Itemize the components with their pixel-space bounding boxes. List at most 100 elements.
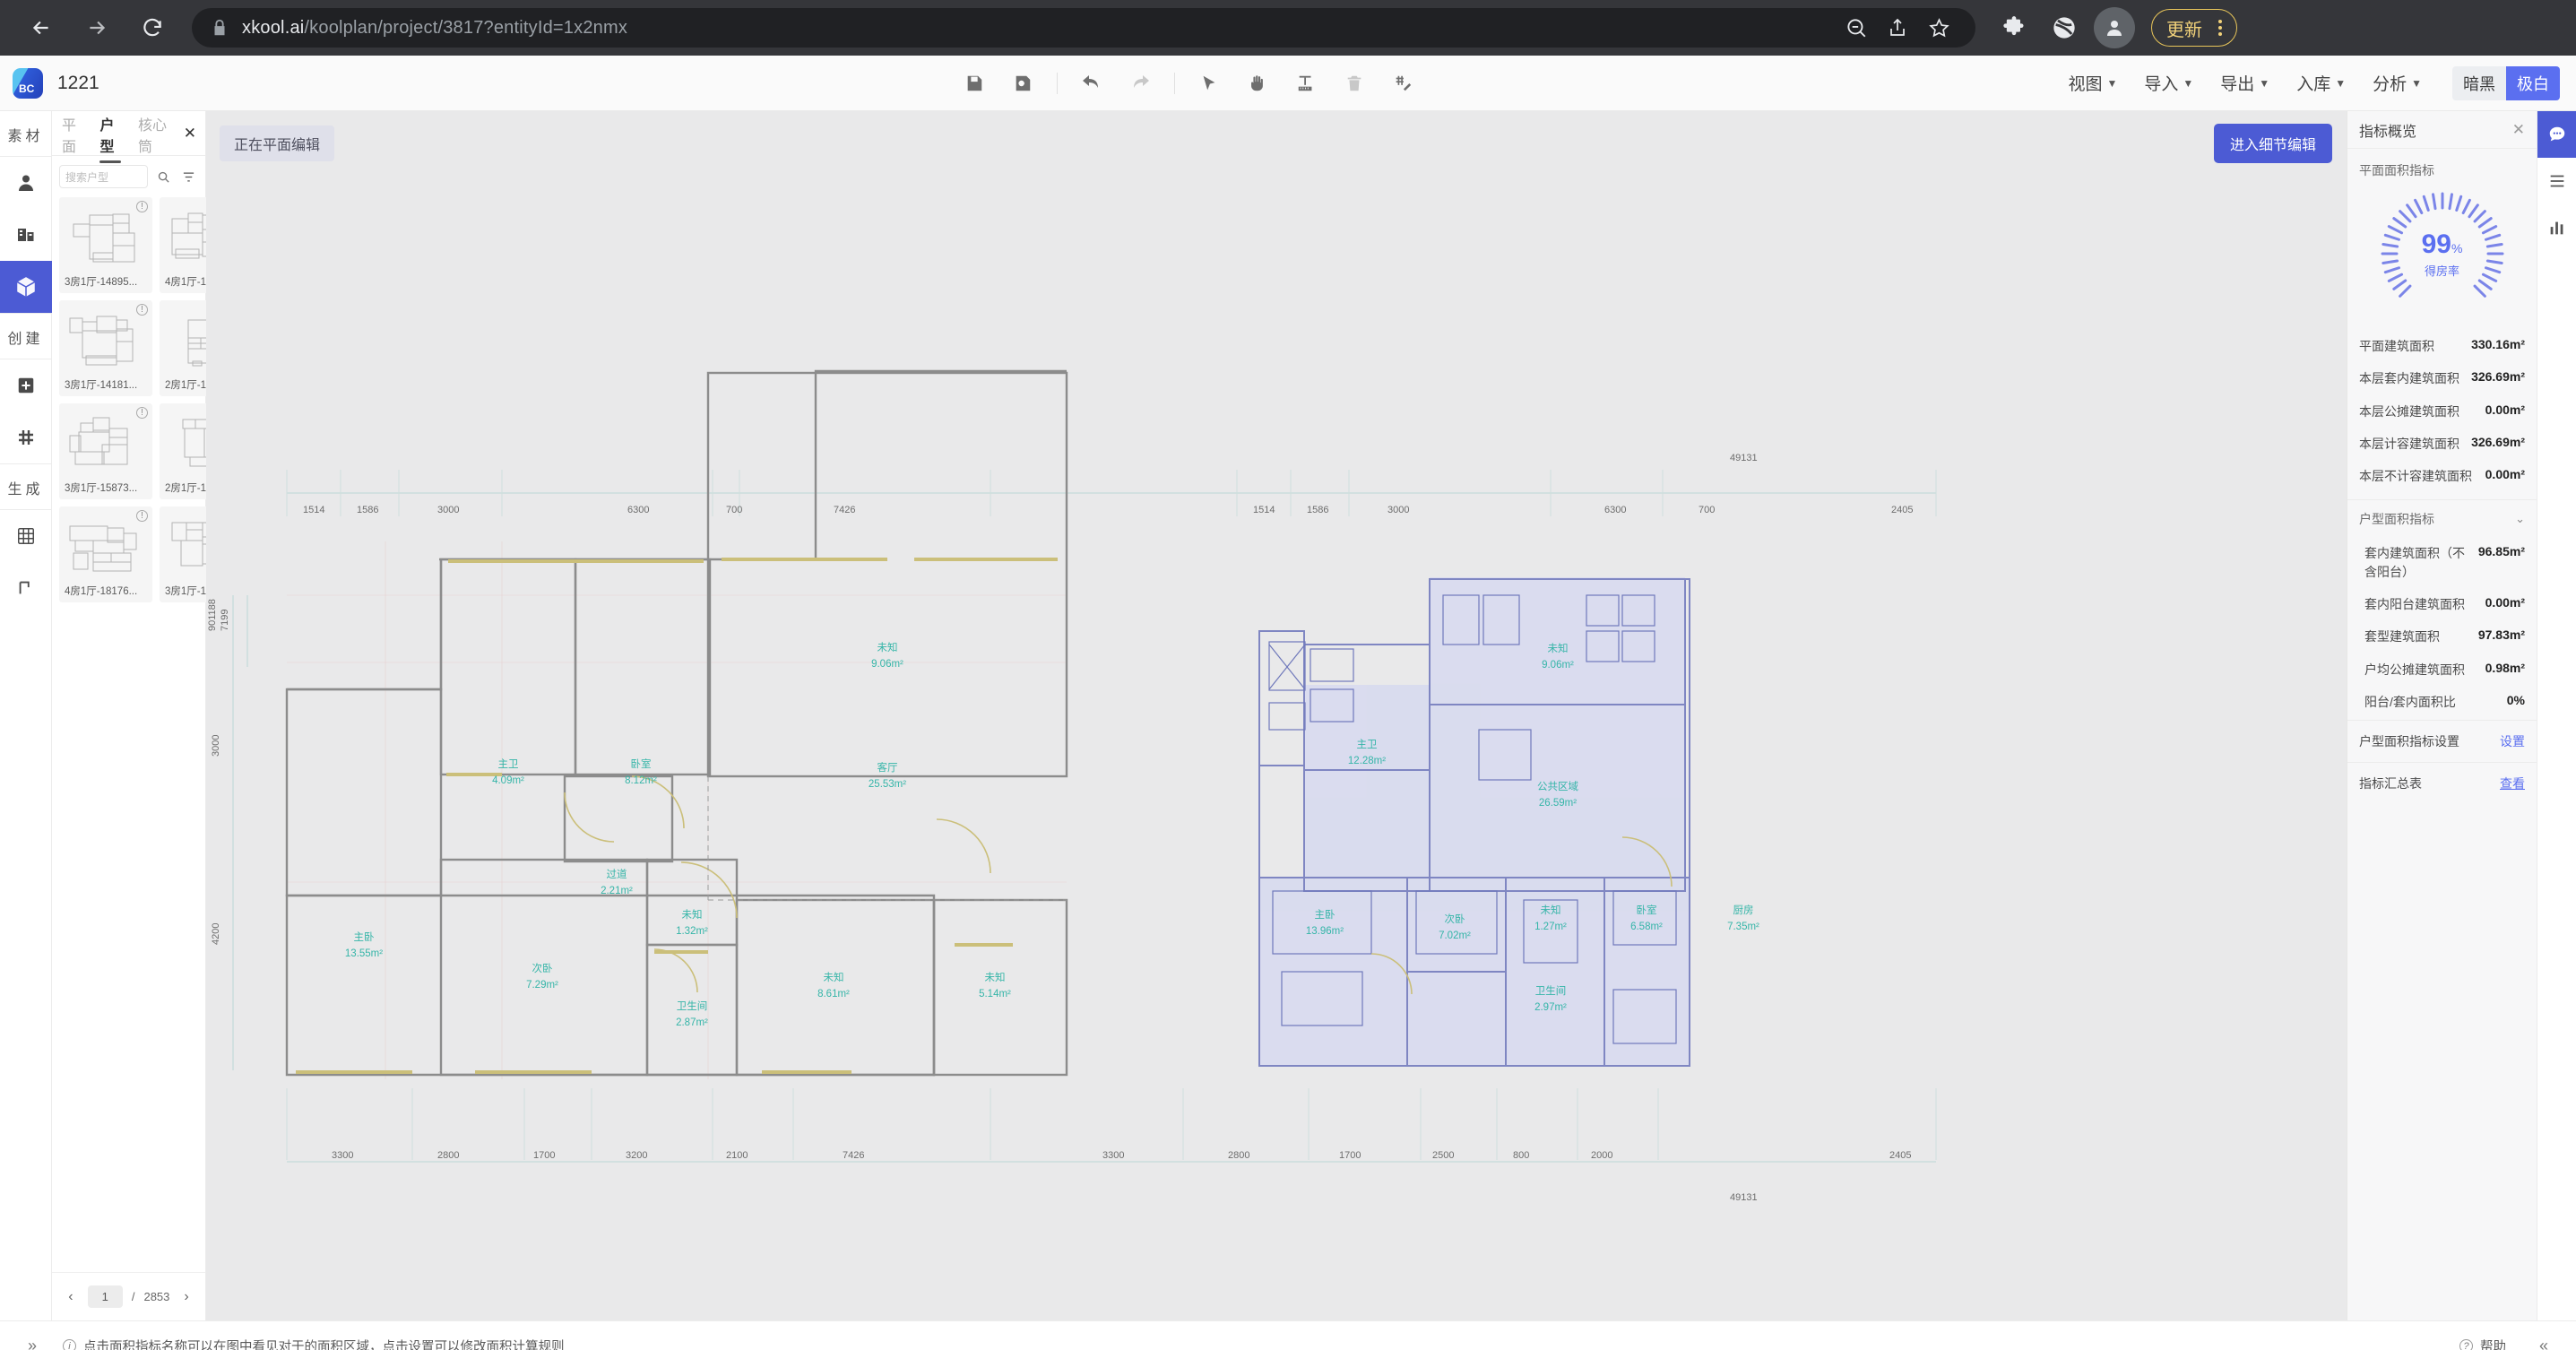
overall-dim-top: 49131: [1730, 453, 1758, 463]
view-link[interactable]: 查看: [2500, 775, 2525, 792]
close-icon[interactable]: ✕: [184, 125, 198, 143]
status-message-wrap: i 点击面积指标名称可以在图中看见对于的面积区域，点击设置可以修改面积计算规则: [63, 1337, 565, 1350]
toolbar: [955, 65, 1422, 101]
metric-row[interactable]: 本层不计容建筑面积0.00m²: [2359, 460, 2525, 492]
delete-trash-icon[interactable]: [1335, 65, 1374, 101]
back-arrow-icon[interactable]: [16, 3, 66, 53]
unit-left-windows: [296, 559, 1058, 1072]
menu-import-label: 导入: [2144, 71, 2178, 95]
measure-ruler-icon[interactable]: [1286, 65, 1326, 101]
list-item-label: 3房1厅-14181...: [63, 377, 149, 392]
unit-panel: 平面 户型 核心筒 ✕ 搜索户型 ! 3房1厅-14895... !: [52, 111, 206, 1320]
expand-right-icon[interactable]: »: [14, 1337, 50, 1350]
metric-row[interactable]: 套内建筑面积（不含阳台）96.85m²: [2359, 537, 2525, 588]
list-item-label: 3房1厅-14895...: [63, 274, 149, 289]
menu-import[interactable]: 导入 ▼: [2144, 71, 2193, 95]
chat-bubble-icon[interactable]: [2537, 111, 2576, 158]
select-cursor-icon[interactable]: [1189, 65, 1229, 101]
browser-globe-icon[interactable]: [2044, 7, 2085, 48]
metric-row[interactable]: 套型建筑面积97.83m²: [2359, 620, 2525, 653]
metric-value: 330.16m²: [2471, 337, 2525, 351]
next-page-button[interactable]: ›: [178, 1287, 194, 1307]
top-dim-11: 2405: [1891, 505, 1913, 515]
pan-hand-icon[interactable]: [1238, 65, 1277, 101]
room-label-r5: 未知: [1541, 904, 1561, 916]
list-lines-icon[interactable]: [2537, 158, 2576, 204]
reload-icon[interactable]: [127, 3, 177, 53]
metric-row[interactable]: 户均公摊建筑面积0.98m²: [2359, 653, 2525, 686]
metric-row[interactable]: 本层套内建筑面积326.69m²: [2359, 362, 2525, 394]
sidebar-item-person[interactable]: [0, 157, 52, 209]
metric-value: 326.69m²: [2471, 435, 2525, 449]
metric-row[interactable]: 本层公摊建筑面积0.00m²: [2359, 395, 2525, 428]
puzzle-icon[interactable]: [1993, 7, 2035, 48]
metric-row[interactable]: 平面建筑面积330.16m²: [2359, 330, 2525, 362]
menu-export[interactable]: 导出▼: [2220, 71, 2269, 95]
room-area-7: 1.32m²: [676, 926, 708, 937]
bar-chart-icon[interactable]: [2537, 204, 2576, 251]
metric-row[interactable]: 套内阳台建筑面积0.00m²: [2359, 588, 2525, 620]
menu-view[interactable]: 视图▼: [2068, 71, 2117, 95]
metric-key: 本层公摊建筑面积: [2359, 402, 2459, 420]
menu-view-label: 视图: [2068, 71, 2102, 95]
chevron-down-icon: ▼: [2183, 77, 2193, 90]
redo-icon[interactable]: [1120, 65, 1160, 101]
save-icon[interactable]: [955, 65, 994, 101]
zoom-out-icon[interactable]: [1837, 9, 1875, 47]
app-logo[interactable]: BC: [13, 68, 43, 99]
tab-unit-type[interactable]: 户型: [98, 102, 124, 165]
metrics-section-2-header[interactable]: 户型面积指标 ⌄: [2347, 499, 2537, 533]
overall-dim-bottom: 49131: [1730, 1192, 1758, 1203]
chevron-down-icon[interactable]: ⌄: [2515, 512, 2525, 526]
tab-plan[interactable]: 平面: [59, 102, 85, 165]
share-icon[interactable]: [1879, 9, 1916, 47]
room-area-1: 4.09m²: [492, 775, 524, 786]
search-icon[interactable]: [153, 165, 173, 188]
sidebar-item-table[interactable]: [0, 510, 52, 562]
plan-canvas[interactable]: 正在平面编辑 进入细节编辑 49131 1514 1586 3000 6300 …: [206, 111, 2347, 1320]
filter-icon[interactable]: [178, 165, 198, 188]
theme-light-button[interactable]: 极白: [2506, 66, 2560, 100]
sidebar-item-building[interactable]: [0, 209, 52, 261]
prev-page-button[interactable]: ‹: [63, 1287, 78, 1307]
forward-arrow-icon[interactable]: [72, 3, 122, 53]
menu-analysis[interactable]: 分析▼: [2373, 71, 2422, 95]
theme-dark-button[interactable]: 暗黑: [2452, 66, 2506, 100]
theme-toggle: 暗黑 极白: [2452, 66, 2560, 100]
collapse-left-icon[interactable]: «: [2526, 1337, 2562, 1350]
save-as-icon[interactable]: [1003, 65, 1042, 101]
sidebar-item-grid[interactable]: [0, 411, 52, 463]
list-item[interactable]: ! 4房1厅-18176...: [59, 506, 152, 602]
status-message: 点击面积指标名称可以在图中看见对于的面积区域，点击设置可以修改面积计算规则: [83, 1337, 565, 1350]
list-item[interactable]: ! 3房1厅-15873...: [59, 403, 152, 499]
update-button[interactable]: 更新: [2151, 9, 2237, 47]
floor-plan-drawing[interactable]: 49131 1514 1586 3000 6300 700 7426 1514 …: [206, 111, 2026, 1320]
close-icon[interactable]: ✕: [2512, 121, 2525, 139]
page-number-input[interactable]: 1: [88, 1285, 123, 1308]
sidebar-item-module[interactable]: [0, 261, 52, 313]
help-button[interactable]: ? 帮助: [2459, 1337, 2506, 1350]
profile-avatar-icon[interactable]: [2094, 7, 2135, 48]
metric-key: 本层计容建筑面积: [2359, 435, 2459, 453]
undo-icon[interactable]: [1072, 65, 1111, 101]
metric-row[interactable]: 阳台/套内面积比0%: [2359, 686, 2525, 718]
tab-core-tube[interactable]: 核心筒: [135, 102, 171, 165]
search-input[interactable]: 搜索户型: [59, 165, 148, 188]
menu-storage[interactable]: 入库▼: [2296, 71, 2346, 95]
star-icon[interactable]: [1920, 9, 1958, 47]
sidebar-item-add[interactable]: [0, 359, 52, 411]
address-bar[interactable]: xkool.ai/koolplan/project/3817?entityId=…: [192, 8, 1975, 48]
list-item[interactable]: ! 3房1厅-14895...: [59, 197, 152, 293]
magic-wand-icon[interactable]: [1383, 65, 1422, 101]
metric-value: 0%: [2507, 693, 2525, 707]
room-area-0: 9.06m²: [871, 659, 903, 670]
three-dots-menu-icon[interactable]: [2211, 20, 2229, 36]
enter-detail-edit-button[interactable]: 进入细节编辑: [2214, 124, 2332, 163]
browser-right-icons: 更新: [1993, 7, 2237, 48]
url-domain: xkool.ai: [242, 18, 304, 38]
main-area: 素材 创建 生成 平面 户型: [0, 111, 2576, 1320]
metric-row[interactable]: 本层计容建筑面积 326.69m²: [2359, 428, 2525, 460]
list-item[interactable]: ! 3房1厅-14181...: [59, 300, 152, 396]
sidebar-item-corner[interactable]: [0, 562, 52, 614]
settings-link[interactable]: 设置: [2500, 732, 2525, 750]
